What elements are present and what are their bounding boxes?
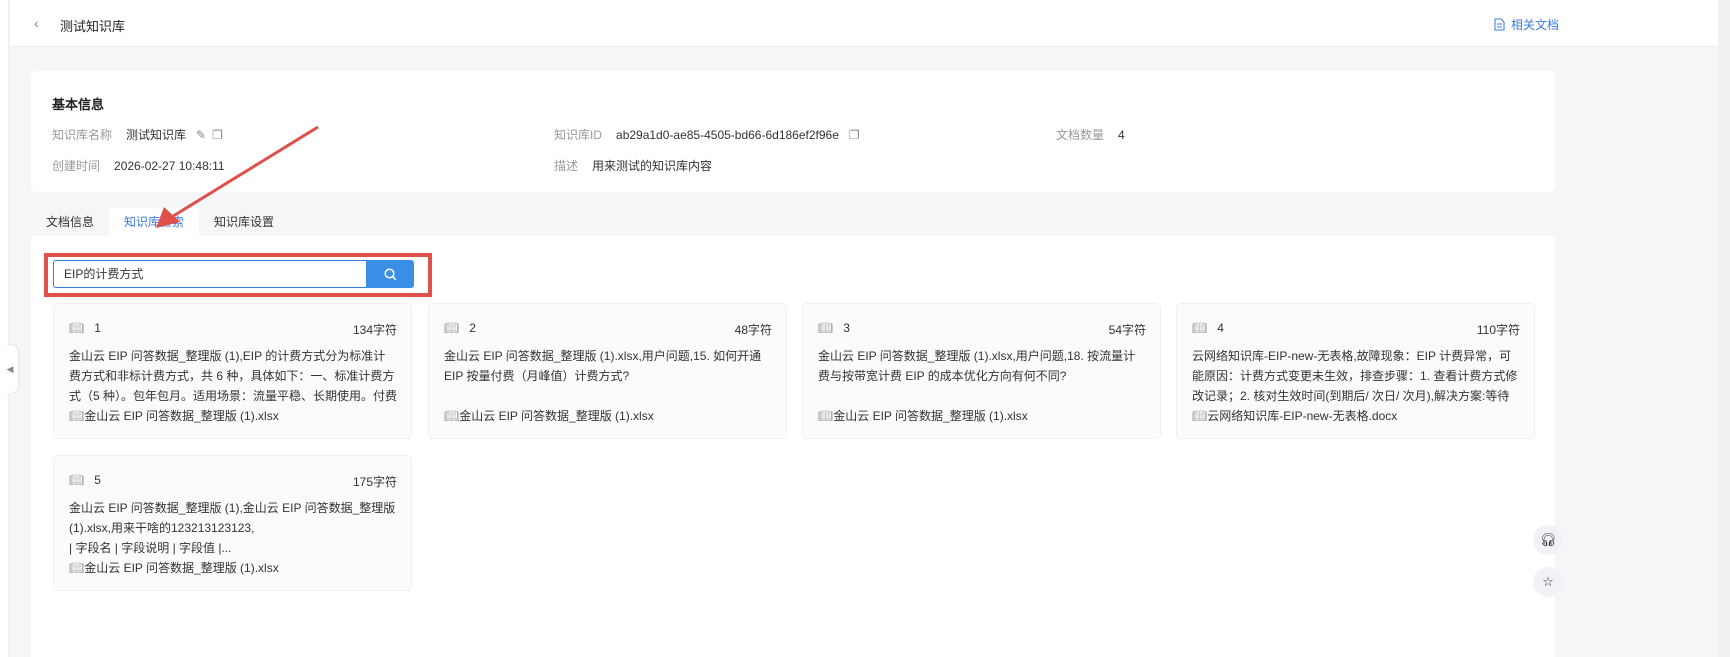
favorite-button[interactable]: ☆ [1531,562,1565,602]
star-icon: ☆ [1533,567,1563,597]
headset-icon: 🎧︎ [1533,525,1563,555]
support-button[interactable]: 🎧︎ [1531,520,1565,560]
annotation-arrow [156,125,319,228]
